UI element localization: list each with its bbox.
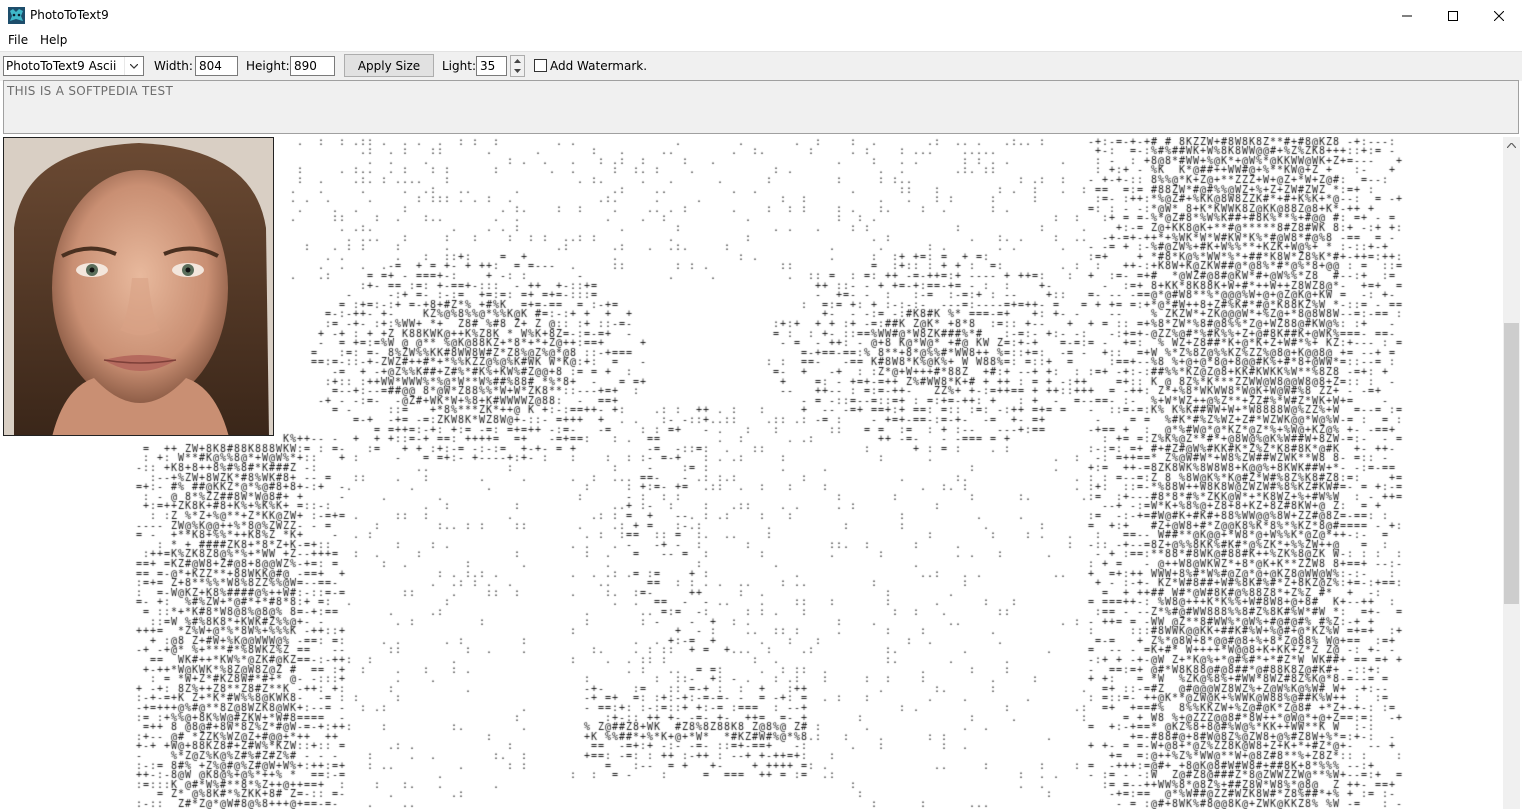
spin-up-icon[interactable] [511, 56, 524, 66]
text-input-value: THIS IS A SOFTPEDIA TEST [7, 84, 174, 98]
mode-select[interactable]: PhotoToText9 Ascii [3, 56, 144, 76]
close-button[interactable] [1476, 0, 1522, 31]
light-label: Light: [442, 59, 476, 73]
menu-help[interactable]: Help [40, 33, 67, 47]
portrait-image [4, 138, 273, 435]
spin-down-icon[interactable] [511, 66, 524, 76]
watermark-checkbox[interactable] [534, 59, 547, 72]
height-input[interactable]: 890 [290, 56, 335, 76]
mode-select-value: PhotoToText9 Ascii [6, 59, 117, 73]
minimize-icon [1402, 15, 1412, 16]
source-photo-thumbnail [3, 137, 274, 436]
menu-file[interactable]: File [8, 33, 28, 47]
close-icon [1494, 10, 1504, 21]
title-bar: PhotoToText9 [0, 0, 1522, 31]
light-input[interactable]: 35 [476, 56, 507, 76]
window-title: PhotoToText9 [30, 8, 109, 22]
maximize-button[interactable] [1430, 0, 1476, 31]
width-label: Width: [154, 59, 193, 73]
apply-size-button[interactable]: Apply Size [344, 54, 434, 77]
watermark-label[interactable]: Add Watermark. [550, 59, 647, 73]
text-input-area[interactable]: THIS IS A SOFTPEDIA TEST [3, 80, 1519, 134]
app-logo-icon [8, 7, 25, 24]
toolbar: PhotoToText9 Ascii Width: 804 Height: 89… [0, 51, 1522, 81]
height-label: Height: [246, 59, 290, 73]
menu-bar: File Help [0, 31, 1522, 51]
scroll-up-arrow-icon[interactable] [1503, 137, 1520, 154]
width-input[interactable]: 804 [195, 56, 238, 76]
scrollbar-thumb[interactable] [1504, 323, 1519, 604]
light-spinner[interactable] [510, 55, 525, 77]
minimize-button[interactable] [1384, 0, 1430, 31]
output-canvas [3, 137, 1503, 809]
chevron-down-icon[interactable] [124, 57, 143, 75]
maximize-icon [1448, 10, 1458, 21]
vertical-scrollbar[interactable] [1503, 137, 1520, 809]
